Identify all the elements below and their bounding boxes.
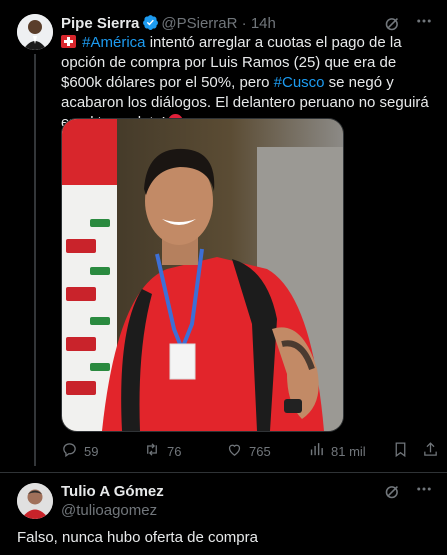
more-icon[interactable] (415, 480, 433, 503)
reply-count: 59 (84, 443, 99, 459)
reply-icon (61, 441, 78, 461)
like-count: 765 (249, 443, 271, 459)
tweet-photo[interactable] (61, 118, 344, 432)
like-button[interactable]: 765 (226, 441, 271, 461)
hashtag-cusco[interactable]: #Cusco (274, 74, 325, 91)
reply-button[interactable]: 59 (61, 441, 98, 461)
share-icon[interactable] (422, 441, 439, 458)
author-name[interactable]: Pipe Sierra (61, 15, 139, 32)
reply-tweet[interactable]: Tulio A Gómez @tulioagomez Falso, nunca … (0, 473, 447, 555)
tweet-time[interactable]: 14h (251, 15, 276, 32)
thread-line (34, 54, 36, 466)
author-avatar[interactable] (17, 14, 53, 50)
reply-text: Falso, nunca hubo oferta de compra (17, 529, 258, 546)
tweet-actions: 59 76 765 81 mil (61, 441, 441, 461)
author-handle[interactable]: @PSierraR (161, 15, 237, 32)
reply-avatar[interactable] (17, 483, 53, 519)
repost-button[interactable]: 76 (143, 441, 181, 461)
views-icon (308, 441, 325, 461)
reply-author-name[interactable]: Tulio A Gómez (61, 483, 164, 500)
red-cross-emoji-icon (61, 35, 76, 48)
bookmark-icon[interactable] (392, 441, 409, 458)
like-icon (226, 441, 243, 461)
more-icon[interactable] (415, 12, 433, 35)
repost-count: 76 (167, 443, 182, 459)
views-count: 81 mil (331, 443, 366, 459)
hashtag-america[interactable]: #América (82, 34, 145, 51)
repost-icon (143, 441, 161, 461)
grok-icon[interactable] (384, 483, 401, 505)
reply-author-handle[interactable]: @tulioagomez (61, 502, 157, 519)
separator: · (241, 15, 247, 32)
main-tweet[interactable]: Pipe Sierra @PSierraR · 14h #América inte… (0, 0, 447, 473)
views-button[interactable]: 81 mil (308, 441, 366, 461)
